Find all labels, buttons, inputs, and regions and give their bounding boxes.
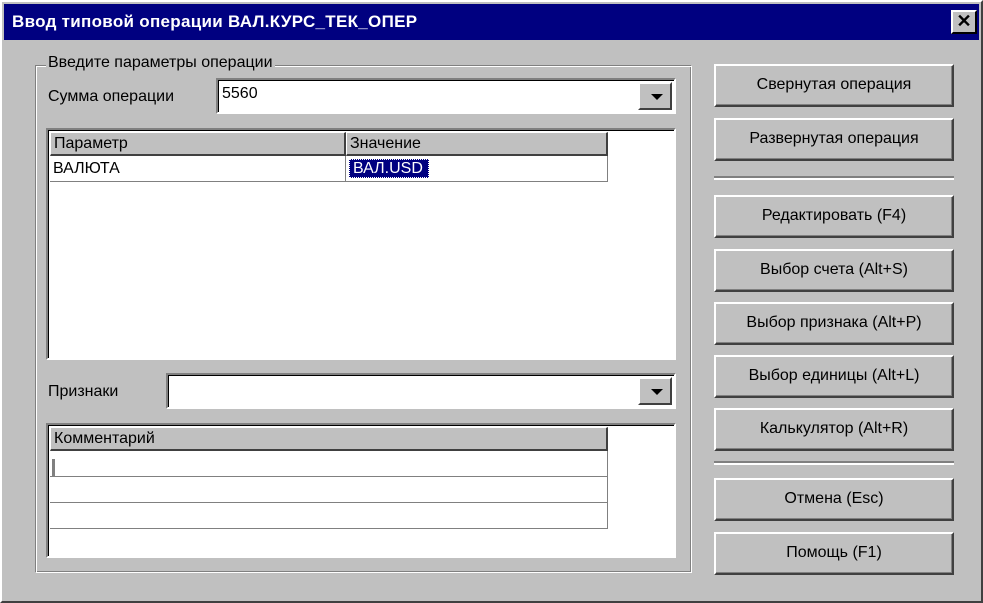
separator — [714, 176, 954, 180]
comment-row[interactable] — [50, 477, 608, 503]
selected-value[interactable]: ВАЛ.USD — [349, 159, 429, 178]
calculator-button[interactable]: Калькулятор (Alt+R) — [714, 408, 954, 451]
comment-row[interactable] — [50, 503, 608, 529]
param-name-cell[interactable]: ВАЛЮТА — [50, 156, 346, 182]
comments-grid[interactable]: Комментарий — [46, 423, 676, 558]
amount-dropdown-button[interactable] — [638, 82, 672, 110]
amount-combo[interactable]: 5560 — [216, 78, 676, 114]
chevron-down-icon — [651, 389, 663, 395]
column-header-value[interactable]: Значение — [346, 132, 608, 156]
amount-value[interactable]: 5560 — [222, 85, 258, 103]
params-grid[interactable]: Параметр Значение ВАЛЮТА ВАЛ.USD — [46, 128, 676, 360]
close-icon: ✕ — [956, 11, 972, 31]
param-value-cell[interactable]: ВАЛ.USD — [346, 156, 608, 182]
chevron-down-icon — [651, 94, 663, 100]
expanded-operation-button[interactable]: Развернутая операция — [714, 118, 954, 161]
attributes-combo[interactable] — [166, 373, 676, 409]
group-label: Введите параметры операции — [46, 54, 275, 72]
text-caret — [52, 459, 55, 476]
select-account-button[interactable]: Выбор счета (Alt+S) — [714, 249, 954, 292]
help-button[interactable]: Помощь (F1) — [714, 532, 954, 575]
close-button[interactable]: ✕ — [951, 10, 977, 34]
title-bar[interactable]: Ввод типовой операции ВАЛ.КУРС_ТЕК_ОПЕР … — [4, 4, 979, 40]
amount-label: Сумма операции — [48, 88, 175, 105]
collapsed-operation-button[interactable]: Свернутая операция — [714, 64, 954, 107]
attributes-label: Признаки — [48, 383, 119, 400]
cancel-button[interactable]: Отмена (Esc) — [714, 478, 954, 521]
comment-row[interactable] — [50, 451, 608, 477]
column-header-comment[interactable]: Комментарий — [50, 427, 608, 451]
edit-button[interactable]: Редактировать (F4) — [714, 195, 954, 238]
select-unit-button[interactable]: Выбор единицы (Alt+L) — [714, 355, 954, 398]
separator — [714, 461, 954, 465]
window-title: Ввод типовой операции ВАЛ.КУРС_ТЕК_ОПЕР — [12, 12, 418, 31]
select-attribute-button[interactable]: Выбор признака (Alt+P) — [714, 302, 954, 345]
dialog-window: Ввод типовой операции ВАЛ.КУРС_ТЕК_ОПЕР … — [0, 0, 983, 603]
attributes-dropdown-button[interactable] — [638, 377, 672, 405]
column-header-param[interactable]: Параметр — [50, 132, 346, 156]
